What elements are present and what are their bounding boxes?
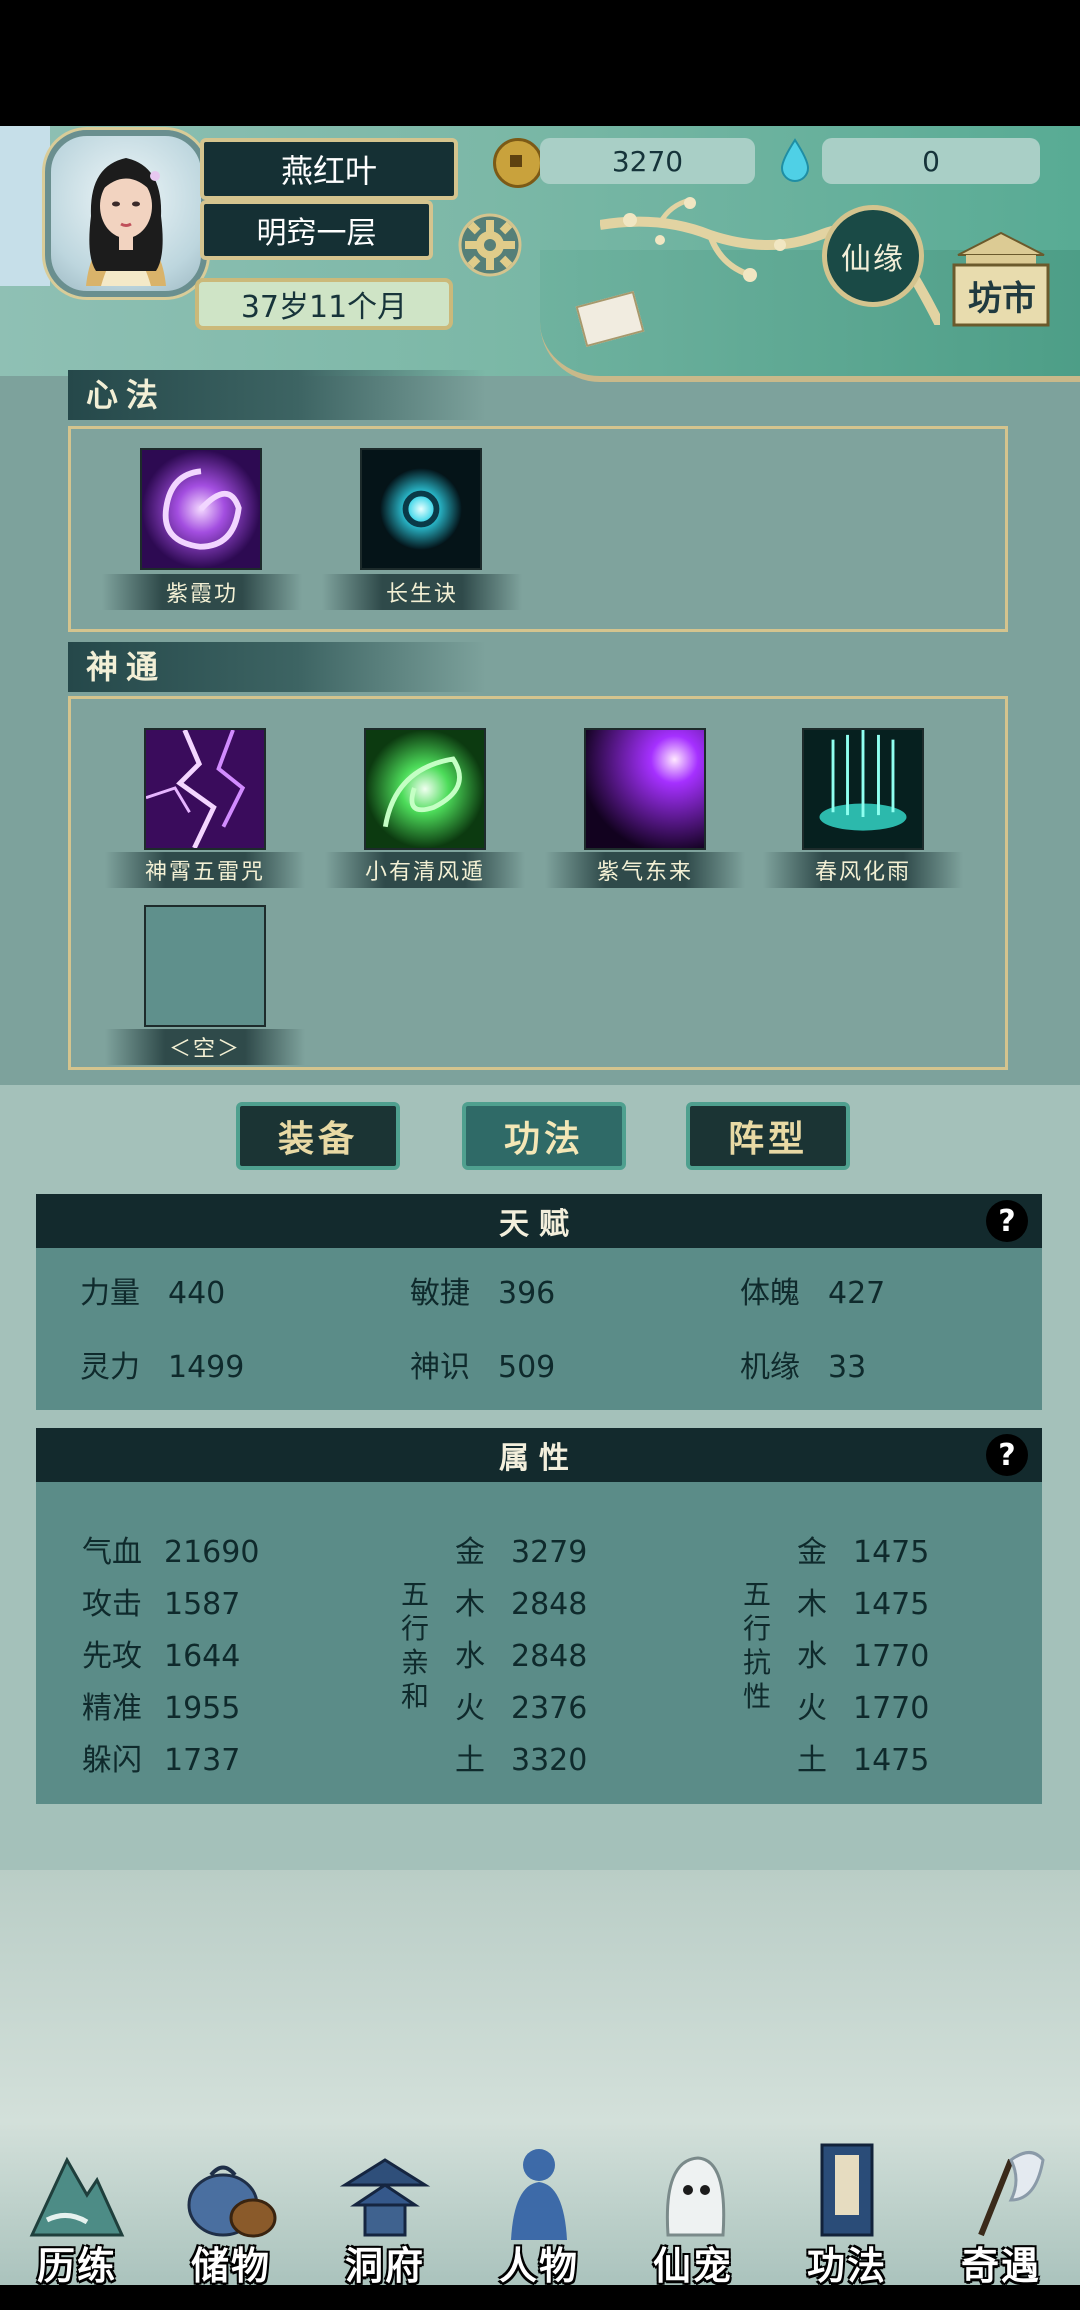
attribute-stat: 先攻 1644	[82, 1639, 241, 1674]
nav-label: 储物	[190, 2243, 271, 2288]
player-age: 37岁11个月	[195, 278, 453, 330]
talent-stat: 灵力 1499	[80, 1350, 245, 1385]
nav-character[interactable]: 人物	[462, 2140, 616, 2290]
gem-count: 0	[822, 138, 1040, 184]
affinity-stat: 金 3279	[455, 1535, 588, 1570]
nav-label: 人物	[498, 2243, 579, 2288]
skill-slot[interactable]	[144, 728, 266, 854]
attributes-title: 属性 ?	[36, 1428, 1042, 1482]
resistance-stat: 金 1475	[797, 1535, 930, 1570]
cyan-orb-icon	[360, 448, 482, 570]
resistance-stat: 木 1475	[797, 1587, 930, 1622]
scroll-book-icon	[820, 2143, 874, 2237]
cultivation-realm: 明窍一层	[200, 200, 433, 260]
nav-adventure[interactable]: 奇遇	[924, 2140, 1078, 2290]
talent-stat: 神识 509	[410, 1350, 556, 1385]
attribute-stat: 攻击 1587	[82, 1587, 241, 1622]
talent-title-text: 天赋	[499, 1207, 579, 1242]
nav-cave[interactable]: 洞府	[308, 2140, 462, 2290]
resistance-label: 五行抗性	[742, 1578, 771, 1713]
violet-glow-icon	[584, 728, 706, 850]
skill-label: 春风化雨	[763, 852, 963, 888]
skill-label: 紫气东来	[545, 852, 745, 888]
nav-storage[interactable]: 储物	[154, 2140, 308, 2290]
person-icon	[511, 2149, 567, 2240]
coin-count: 3270	[540, 138, 755, 184]
affinity-stat: 水 2848	[455, 1639, 588, 1674]
affinity-stat: 火 2376	[455, 1691, 588, 1726]
attribute-stat: 躲闪 1737	[82, 1743, 241, 1778]
talent-stat: 机缘 33	[740, 1350, 867, 1385]
xinfa-section-title: 心法	[68, 370, 486, 420]
nav-training[interactable]: 历练	[0, 2140, 154, 2290]
mountain-icon	[29, 2156, 125, 2237]
skill-label: 长生诀	[322, 574, 522, 610]
xianyuan-button[interactable]: 仙缘	[822, 205, 924, 307]
coin-icon	[493, 138, 543, 188]
attribute-stat: 精准 1955	[82, 1691, 241, 1726]
nav-label: 功法	[806, 2243, 887, 2288]
tab-formation[interactable]: 阵型	[686, 1102, 850, 1170]
nav-label: 历练	[36, 2243, 117, 2288]
nav-pet[interactable]: 仙宠	[616, 2140, 770, 2290]
skill-label: 小有清风遁	[325, 852, 525, 888]
resistance-stat: 土 1475	[797, 1743, 930, 1778]
market-button-label[interactable]: 坊市	[952, 270, 1052, 320]
avatar[interactable]	[45, 130, 207, 297]
skill-label: 神霄五雷咒	[105, 852, 305, 888]
empty-skill-slot[interactable]	[144, 905, 266, 1027]
purple-lightning-icon	[144, 728, 266, 850]
teal-rain-icon	[802, 728, 924, 850]
resistance-stat: 火 1770	[797, 1691, 930, 1726]
gear-icon[interactable]	[455, 210, 525, 280]
nav-skills[interactable]: 功法	[770, 2140, 924, 2290]
character-portrait-icon	[86, 158, 166, 286]
talent-stat: 敏捷 396	[410, 1276, 556, 1311]
skill-label: ＜空＞	[105, 1029, 305, 1065]
nav-label: 洞府	[344, 2243, 425, 2288]
skill-slot[interactable]	[360, 448, 482, 574]
help-icon[interactable]: ?	[986, 1200, 1028, 1242]
player-name: 燕红叶	[200, 138, 458, 200]
ghost-pet-icon	[665, 2156, 726, 2237]
spirit-stone-icon	[780, 138, 810, 182]
skill-slot[interactable]	[802, 728, 924, 854]
whisk-icon	[978, 2151, 1045, 2237]
talent-title: 天赋 ?	[36, 1194, 1042, 1248]
affinity-label: 五行亲和	[400, 1578, 429, 1713]
pagoda-icon	[339, 2158, 431, 2237]
nav-label: 仙宠	[652, 2243, 733, 2288]
attributes-title-text: 属性	[499, 1441, 579, 1476]
shentong-section-title: 神通	[68, 642, 486, 692]
green-vortex-icon	[364, 728, 486, 850]
pouch-icon	[187, 2165, 277, 2238]
resistance-stat: 水 1770	[797, 1639, 930, 1674]
skill-label: 紫霞功	[102, 574, 302, 610]
tab-skills[interactable]: 功法	[462, 1102, 626, 1170]
talent-stat: 体魄 427	[740, 1276, 886, 1311]
affinity-stat: 木 2848	[455, 1587, 588, 1622]
talent-stat: 力量 440	[80, 1276, 226, 1311]
nav-label: 奇遇	[960, 2243, 1041, 2288]
purple-swirl-icon	[140, 448, 262, 570]
skill-slot[interactable]	[364, 728, 486, 854]
skill-slot[interactable]	[584, 728, 706, 854]
tab-equipment[interactable]: 装备	[236, 1102, 400, 1170]
help-icon[interactable]: ?	[986, 1434, 1028, 1476]
affinity-stat: 土 3320	[455, 1743, 588, 1778]
attribute-stat: 气血 21690	[82, 1535, 260, 1570]
header-sky	[0, 126, 50, 286]
skill-slot[interactable]	[140, 448, 262, 574]
